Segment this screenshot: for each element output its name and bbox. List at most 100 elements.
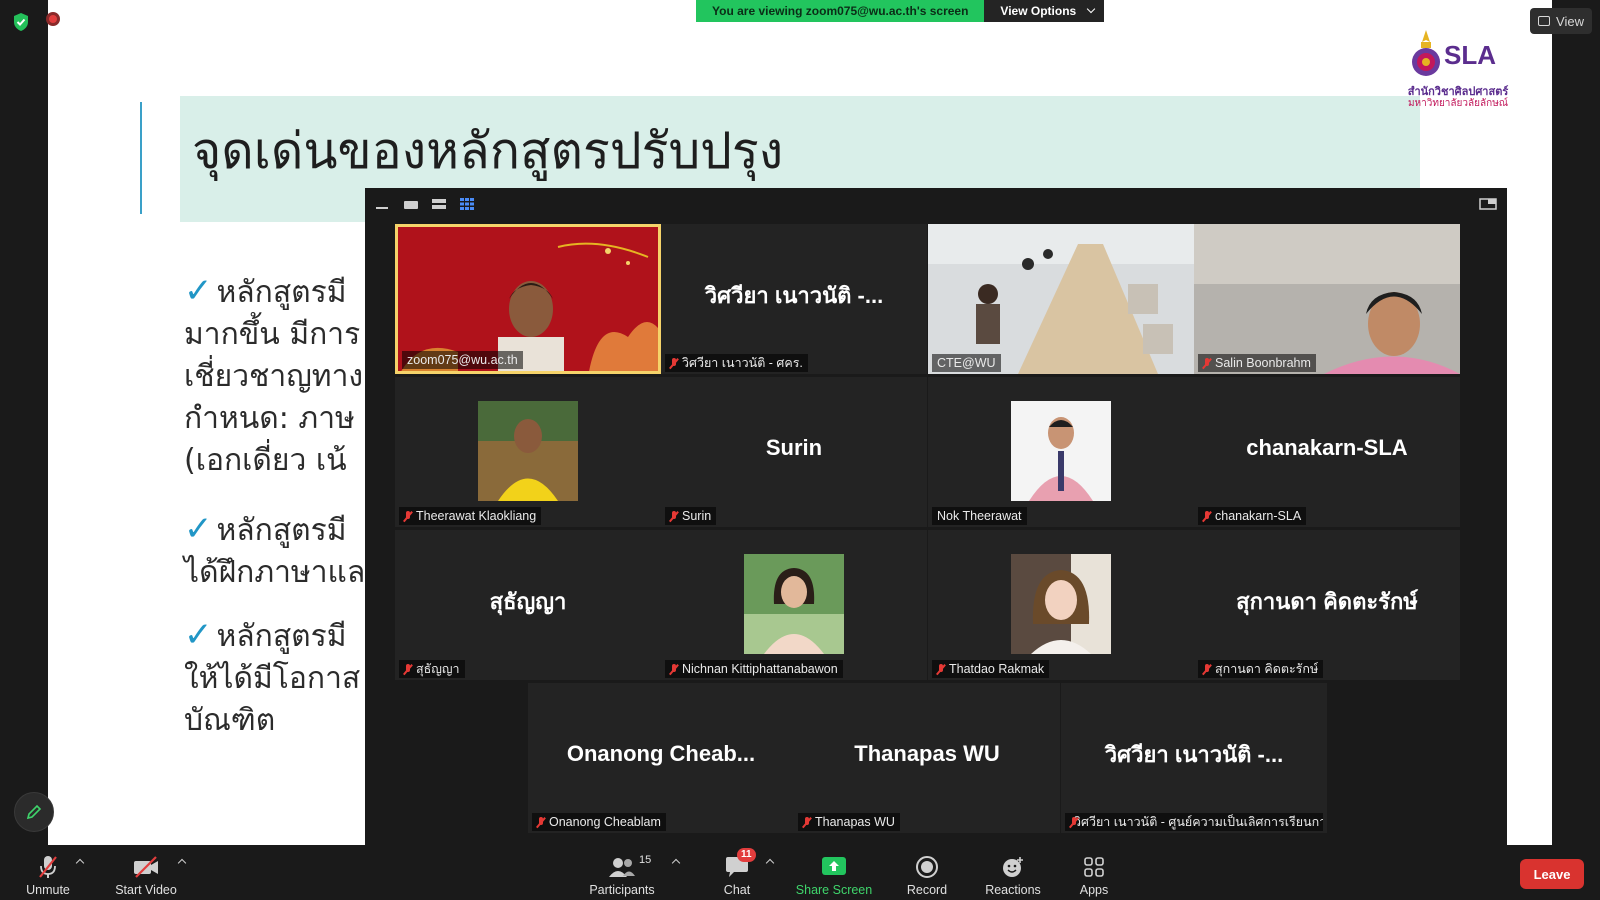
slide-title: จุดเด่นของหลักสูตรปรับปรุง (192, 122, 784, 180)
share-screen-icon (820, 854, 848, 880)
chat-button[interactable]: 11 Chat (712, 848, 762, 897)
speaker-view-icon[interactable] (403, 198, 419, 210)
mic-muted-icon (404, 663, 412, 675)
minimize-icon[interactable] (375, 198, 389, 210)
participant-name-label: zoom075@wu.ac.th (402, 351, 523, 369)
view-options-label: View Options (1000, 4, 1077, 18)
strip-view-icon[interactable] (431, 198, 447, 210)
shield-icon[interactable] (12, 12, 30, 32)
record-button[interactable]: Record (902, 849, 952, 897)
mic-muted-icon (670, 357, 678, 369)
screen-share-banner: You are viewing zoom075@wu.ac.th's scree… (696, 0, 1105, 22)
chat-icon: 11 (723, 848, 756, 880)
video-feed-person (1194, 224, 1460, 374)
leave-button[interactable]: Leave (1520, 859, 1584, 889)
participant-name-label: Onanong Cheablam (532, 813, 666, 831)
participant-name-label: วิศวียา เนาวนัติ - ศคร. (665, 354, 808, 372)
start-video-label: Start Video (115, 883, 177, 897)
participant-display-name: Onanong Cheab... (566, 741, 756, 766)
meeting-controls-toolbar: Unmute Start Video 15 Participants 11 Ch… (0, 845, 1600, 900)
sla-logo: SLA สำนักวิชาศิลปศาสตร์ มหาวิทยาลัยวลัยล… (1402, 22, 1514, 109)
participant-tile[interactable]: Onanong Cheab... Onanong Cheablam (528, 683, 794, 833)
bullet-2-line-2: ได้ฝึกภาษาแล (184, 555, 366, 590)
checkmark-icon: ✓ (184, 271, 213, 311)
participant-name-label: Thatdao Rakmak (932, 660, 1050, 678)
participant-display-name: วิศวียา เนาวนัติ -... (704, 282, 884, 308)
participant-name-label: Theerawat Klaokliang (399, 507, 542, 525)
bullet-1-line-2: มากขึ้น มีการ (184, 317, 361, 352)
bullet-1-line-1: หลักสูตรมี (216, 275, 347, 310)
bullet-3-line-3: บัณฑิต (184, 703, 276, 738)
exit-fullscreen-icon[interactable] (1479, 198, 1497, 210)
profile-photo-woman-2 (1011, 554, 1111, 654)
apps-button[interactable]: Apps (1072, 849, 1116, 897)
video-gallery-panel: zoom075@wu.ac.th วิศวียา เนาวนัติ -... ว… (365, 188, 1507, 845)
participant-name-label: chanakarn-SLA (1198, 507, 1307, 525)
mic-muted-icon (937, 663, 945, 675)
participant-tile[interactable]: Salin Boonbrahm (1194, 224, 1460, 374)
video-options-caret-icon[interactable] (178, 857, 186, 865)
participant-tile[interactable]: วิศวียา เนาวนัติ -... วิศวียา เนาวนัติ -… (661, 224, 927, 374)
bullet-2: ✓ หลักสูตรมี ได้ฝึกภาษาแล (184, 508, 365, 594)
participant-tile[interactable]: zoom075@wu.ac.th (395, 224, 661, 374)
participant-display-name: Surin (765, 435, 823, 460)
participants-button[interactable]: 15 Participants (584, 849, 660, 897)
participant-tile[interactable]: Nok Theerawat (928, 377, 1194, 527)
view-button[interactable]: View (1530, 8, 1592, 34)
mic-muted-icon (670, 510, 678, 522)
bullet-1: ✓ หลักสูตรมี มากขึ้น มีการ เชี่ยวชาญทาง ก… (184, 270, 363, 482)
mic-muted-icon (537, 816, 545, 828)
participant-tile[interactable]: สุธัญญา สุธัญญา (395, 530, 661, 680)
participant-tile[interactable]: Nichnan Kittiphattanabawon (661, 530, 927, 680)
participants-caret-icon[interactable] (672, 857, 680, 865)
participant-tile[interactable]: วิศวียา เนาวนัติ -... วิศวียา เนาวนัติ -… (1061, 683, 1327, 833)
bullet-3: ✓ หลักสูตรมี ให้ได้มีโอกาส บัณฑิต (184, 614, 360, 742)
right-strip (1552, 0, 1600, 845)
audio-options-caret-icon[interactable] (76, 857, 84, 865)
start-video-button[interactable]: Start Video (112, 849, 180, 897)
unmute-button[interactable]: Unmute (20, 849, 76, 897)
participant-display-name: สุกานดา คิดตะรักษ์ (1236, 588, 1418, 614)
bullet-1-line-3: เชี่ยวชาญทาง (184, 359, 364, 394)
chat-label: Chat (723, 883, 751, 897)
mic-muted-icon (803, 816, 811, 828)
bullet-2-line-1: หลักสูตรมี (216, 513, 347, 548)
participants-icon: 15 (608, 854, 651, 880)
participant-tile[interactable]: Thatdao Rakmak (928, 530, 1194, 680)
apps-label: Apps (1079, 883, 1109, 897)
participants-count: 15 (639, 854, 652, 866)
chevron-down-icon (1086, 4, 1096, 14)
annotate-button[interactable] (14, 792, 54, 832)
participant-display-name: สุธัญญา (489, 588, 567, 614)
slide-accent-line (140, 102, 142, 214)
share-screen-button[interactable]: Share Screen (794, 849, 874, 897)
chat-unread-badge: 11 (737, 848, 756, 862)
bullet-3-line-1: หลักสูตรมี (216, 619, 347, 654)
participant-tile[interactable]: Thanapas WU Thanapas WU (794, 683, 1060, 833)
pencil-icon (26, 804, 42, 820)
profile-photo-pink-shirt (1011, 401, 1111, 501)
university-emblem-icon (1412, 30, 1440, 76)
chat-caret-icon[interactable] (766, 857, 774, 865)
participant-name-label: Nichnan Kittiphattanabawon (665, 660, 843, 678)
recording-indicator-icon (46, 12, 60, 26)
participant-tile[interactable]: chanakarn-SLA chanakarn-SLA (1194, 377, 1460, 527)
video-feed-meeting-room (928, 224, 1194, 374)
participant-name-label: Salin Boonbrahm (1198, 354, 1316, 372)
bullet-1-line-4: กำหนด: ภาษ (184, 401, 355, 436)
logo-thai-line-2: มหาวิทยาลัยวลัยลักษณ์ (1407, 98, 1509, 109)
reactions-button[interactable]: Reactions (980, 849, 1046, 897)
participant-tile[interactable]: CTE@WU (928, 224, 1194, 374)
participant-tile[interactable]: Surin Surin (661, 377, 927, 527)
gallery-view-icon[interactable] (459, 198, 475, 210)
participant-name-label: CTE@WU (932, 354, 1001, 372)
reactions-label: Reactions (985, 883, 1041, 897)
share-screen-label: Share Screen (795, 883, 873, 897)
mic-muted-icon (670, 663, 678, 675)
record-icon (913, 854, 941, 880)
view-options-button[interactable]: View Options (984, 0, 1105, 22)
participant-display-name: chanakarn-SLA (1246, 435, 1408, 460)
participant-tile[interactable]: Theerawat Klaokliang (395, 377, 661, 527)
participant-tile[interactable]: สุกานดา คิดตะรักษ์ สุกานดา คิดตะรักษ์ (1194, 530, 1460, 680)
left-strip (0, 0, 48, 845)
